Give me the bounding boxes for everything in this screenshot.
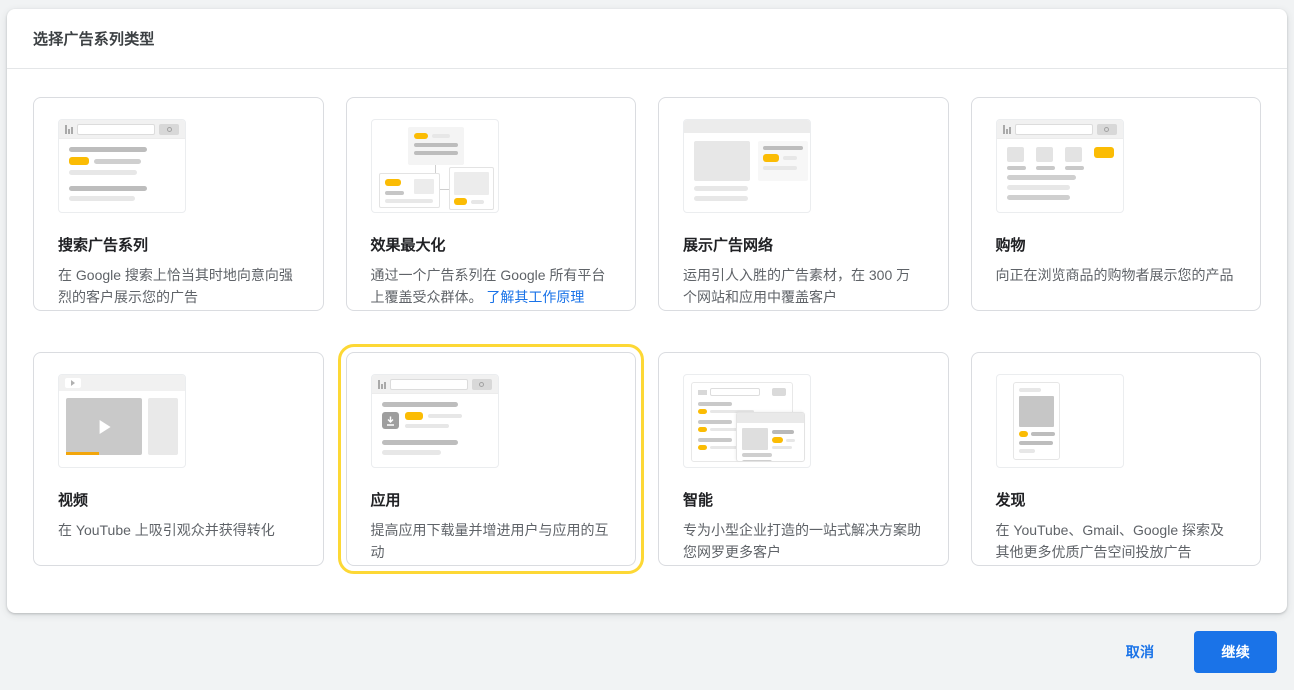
video-thumbnail (58, 374, 186, 468)
campaign-card-display[interactable]: 展示广告网络 运用引人入胜的广告素材，在 300 万个网站和应用中覆盖客户 (658, 97, 949, 311)
ad-badge-graphic (1093, 147, 1114, 158)
ad-badge-graphic (1018, 431, 1028, 437)
shopping-thumbnail (995, 119, 1124, 213)
dialog-title: 选择广告系列类型 (33, 31, 155, 48)
card-description: 向正在浏览商品的购物者展示您的产品 (995, 267, 1234, 283)
campaign-card-search[interactable]: 搜索广告系列 在 Google 搜索上恰当其时地向意向强烈的客户展示您的广告 (33, 97, 324, 311)
card-description: 运用引人入胜的广告素材，在 300 万个网站和应用中覆盖客户 (683, 267, 911, 305)
campaign-card-performance-max[interactable]: 效果最大化 通过一个广告系列在 Google 所有平台上覆盖受众群体。 了解其工… (345, 97, 636, 311)
card-description: 通过一个广告系列在 Google 所有平台上覆盖受众群体。 了解其工作原理 (371, 264, 612, 308)
ad-badge-graphic (413, 133, 428, 139)
logo-bars-icon (1002, 124, 1011, 134)
continue-button[interactable]: 继续 (1194, 630, 1277, 673)
ad-badge-graphic (404, 412, 423, 420)
card-title: 效果最大化 (370, 237, 446, 254)
card-title: 购物 (995, 237, 1026, 254)
progress-bar-graphic (66, 452, 100, 455)
campaign-type-grid: 搜索广告系列 在 Google 搜索上恰当其时地向意向强烈的客户展示您的广告 效… (7, 69, 1287, 574)
search-box-graphic (1014, 123, 1093, 135)
app-campaign-thumbnail (370, 374, 499, 468)
ad-badge-graphic (698, 427, 707, 432)
ad-badge-graphic (698, 409, 707, 414)
ad-badge-graphic (453, 198, 467, 205)
display-network-thumbnail (683, 119, 811, 213)
dialog-footer: 取消 继续 (0, 613, 1294, 690)
dialog-header: 选择广告系列类型 (7, 9, 1287, 69)
card-title: 视频 (58, 492, 89, 509)
performance-max-thumbnail (370, 119, 499, 213)
logo-bars-icon (377, 379, 386, 389)
discovery-thumbnail (995, 374, 1124, 468)
ad-badge-graphic (69, 157, 89, 165)
card-title: 搜索广告系列 (58, 237, 149, 254)
youtube-badge-icon (65, 378, 81, 388)
campaign-card-video[interactable]: 视频 在 YouTube 上吸引观众并获得转化 (33, 352, 324, 566)
campaign-type-dialog: 选择广告系列类型 搜索广告系列 在 Google 搜索上恰当其时地向意向强烈的客… (7, 9, 1287, 613)
card-description: 提高应用下载量并增进用户与应用的互动 (370, 522, 609, 560)
search-campaign-thumbnail (58, 119, 186, 213)
card-description: 在 Google 搜索上恰当其时地向意向强烈的客户展示您的广告 (58, 267, 293, 305)
card-title: 发现 (995, 492, 1026, 509)
card-description: 专为小型企业打造的一站式解决方案助您网罗更多客户 (683, 522, 921, 560)
card-title: 应用 (370, 492, 401, 509)
card-title: 智能 (683, 492, 714, 509)
video-player-graphic (66, 398, 142, 455)
play-icon (99, 419, 111, 434)
card-description: 在 YouTube 上吸引观众并获得转化 (58, 522, 275, 538)
campaign-card-discovery[interactable]: 发现 在 YouTube、Gmail、Google 探索及其他更多优质广告空间投… (970, 352, 1261, 566)
card-description: 在 YouTube、Gmail、Google 探索及其他更多优质广告空间投放广告 (995, 522, 1225, 560)
campaign-card-app[interactable]: 应用 提高应用下载量并增进用户与应用的互动 (337, 344, 644, 574)
ad-badge-graphic (698, 445, 707, 450)
campaign-card-smart[interactable]: 智能 专为小型企业打造的一站式解决方案助您网罗更多客户 (658, 352, 949, 566)
download-icon (381, 412, 399, 429)
ad-badge-graphic (772, 437, 783, 443)
learn-more-link[interactable]: 了解其工作原理 (486, 289, 584, 305)
smart-campaign-thumbnail (683, 374, 811, 468)
campaign-card-shopping[interactable]: 购物 向正在浏览商品的购物者展示您的产品 (970, 97, 1261, 311)
search-icon (1096, 123, 1117, 135)
search-box-graphic (389, 378, 468, 390)
feed-card-graphic (1012, 382, 1060, 460)
cancel-button[interactable]: 取消 (1116, 634, 1165, 670)
ad-badge-graphic (763, 154, 779, 162)
card-title: 展示广告网络 (683, 237, 774, 254)
search-icon (471, 378, 492, 390)
search-icon (159, 123, 179, 135)
search-box-graphic (77, 123, 155, 135)
logo-bars-icon (65, 124, 73, 134)
